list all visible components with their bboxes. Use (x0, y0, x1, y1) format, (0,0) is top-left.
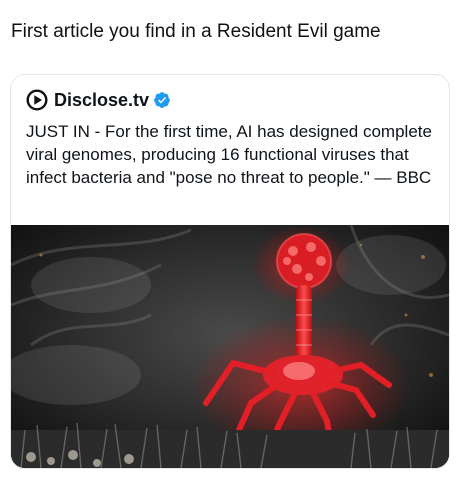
post-text: JUST IN - For the first time, AI has des… (26, 122, 432, 187)
post-header: Disclose.tv (26, 88, 171, 112)
disclose-play-logo-icon[interactable] (26, 89, 48, 111)
meme-caption: First article you find in a Resident Evi… (11, 21, 381, 42)
red-bacteriophage-image (11, 225, 449, 468)
embedded-post-card[interactable]: Disclose.tv JUST IN - For the first time… (10, 74, 450, 469)
post-author-name[interactable]: Disclose.tv (54, 89, 149, 111)
post-media-image[interactable] (11, 225, 449, 468)
verified-badge-icon (154, 92, 170, 108)
